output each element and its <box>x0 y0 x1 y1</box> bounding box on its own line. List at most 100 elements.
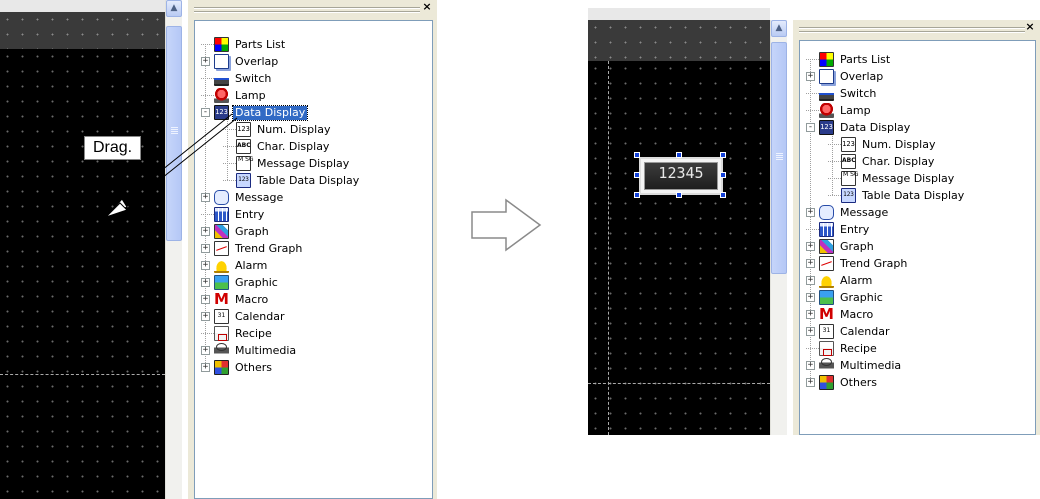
canvas-vertical-scrollbar[interactable]: ▲ <box>770 20 787 435</box>
screen-boundary-line-vertical <box>608 61 609 435</box>
graph-icon <box>819 239 834 254</box>
tree-branch-spacer <box>828 144 841 145</box>
overlap-icon <box>819 69 834 84</box>
tree-item-entry[interactable]: Entry <box>806 221 871 238</box>
alarm-icon <box>819 273 834 288</box>
parts-list-icon <box>819 52 834 67</box>
tree-item-message[interactable]: + Message <box>806 204 890 221</box>
tree-item-label: Multimedia <box>840 358 902 372</box>
tree-item-parts-list[interactable]: Parts List <box>806 51 892 68</box>
tree-item-label: Char. Display <box>862 154 935 168</box>
expand-icon[interactable]: + <box>806 276 815 285</box>
resize-handle[interactable] <box>720 172 726 178</box>
expand-icon[interactable]: + <box>806 242 815 251</box>
resize-handle[interactable] <box>720 192 726 198</box>
tree-item-trend-graph[interactable]: + Trend Graph <box>806 255 909 272</box>
tree-item-calendar[interactable]: +31 Calendar <box>806 323 891 340</box>
message-display-icon: M SG <box>841 171 859 186</box>
resize-handle[interactable] <box>676 192 682 198</box>
entry-icon <box>819 222 834 237</box>
graphic-icon <box>819 290 834 305</box>
calendar-icon: 31 <box>819 324 834 339</box>
expand-icon[interactable]: + <box>806 208 815 217</box>
others-icon <box>819 375 834 390</box>
tree-item-table-data-display[interactable]: 123 Table Data Display <box>828 187 966 204</box>
lamp-icon <box>819 103 834 118</box>
tree-item-macro[interactable]: + M Macro <box>806 306 875 323</box>
tree-item-message-display[interactable]: M SG Message Display <box>828 170 956 187</box>
tree-item-recipe[interactable]: Recipe <box>806 340 879 357</box>
multimedia-icon <box>819 358 834 373</box>
tree-item-char-display[interactable]: ABC Char. Display <box>828 153 936 170</box>
resize-handle[interactable] <box>634 152 640 158</box>
screen-boundary-line <box>588 383 770 384</box>
expand-icon[interactable]: + <box>806 259 815 268</box>
expand-icon[interactable]: + <box>806 72 815 81</box>
resize-handle[interactable] <box>634 192 640 198</box>
message-icon <box>819 205 834 220</box>
scroll-thumb[interactable] <box>771 42 787 274</box>
tree-item-label: Lamp <box>840 103 871 117</box>
tree-item-data-display[interactable]: -123 Data Display <box>806 119 912 136</box>
screen-canvas[interactable] <box>588 61 770 435</box>
tree-item-label: Message Display <box>862 171 955 185</box>
num-display-value: 12345 <box>644 162 718 190</box>
tree-branch-spacer <box>806 348 819 349</box>
tree-item-label: Num. Display <box>862 137 936 151</box>
tree-item-label: Parts List <box>840 52 891 66</box>
macro-icon: M <box>819 305 834 323</box>
tree-item-num-display[interactable]: 123 Num. Display <box>828 136 937 153</box>
expand-icon[interactable]: + <box>806 378 815 387</box>
tree-item-label: Overlap <box>840 69 884 83</box>
data-display-icon: 123 <box>819 120 834 135</box>
screen-canvas-header <box>588 8 770 61</box>
tree-item-label: Macro <box>840 307 874 321</box>
tree-branch-spacer <box>806 229 819 230</box>
expand-icon[interactable]: + <box>806 327 815 336</box>
resize-handle[interactable] <box>720 152 726 158</box>
tree-branch-spacer <box>828 161 841 162</box>
switch-icon <box>819 86 834 101</box>
tree-item-label: Recipe <box>840 341 877 355</box>
num-display-icon: 123 <box>841 137 856 152</box>
tree-item-multimedia[interactable]: + Multimedia <box>806 357 903 374</box>
tree-branch-spacer <box>806 59 819 60</box>
tree-item-label: Message <box>840 205 889 219</box>
tree-item-label: Graphic <box>840 290 883 304</box>
tree-item-others[interactable]: + Others <box>806 374 879 391</box>
tree-item-label: Alarm <box>840 273 873 287</box>
tree-item-label: Entry <box>840 222 870 236</box>
collapse-icon[interactable]: - <box>806 123 815 132</box>
tree-item-label: Trend Graph <box>840 256 908 270</box>
tree-item-label: Graph <box>840 239 874 253</box>
trend-graph-icon <box>819 256 834 271</box>
expand-icon[interactable]: + <box>806 310 815 319</box>
tree-item-lamp[interactable]: Lamp <box>806 102 873 119</box>
tree-item-switch[interactable]: Switch <box>806 85 878 102</box>
drag-arrow <box>105 113 238 218</box>
tree-branch-spacer <box>806 110 819 111</box>
expand-icon[interactable]: + <box>806 361 815 370</box>
tree-item-graphic[interactable]: + Graphic <box>806 289 885 306</box>
scroll-up-button[interactable]: ▲ <box>771 20 787 37</box>
placed-num-display[interactable]: 12345 <box>639 157 723 195</box>
tree-item-label: Others <box>840 375 877 389</box>
parts-tree-window: × Parts List + Overlap Switch Lamp -123 Data D… <box>793 20 1040 435</box>
tree-item-label: Data Display <box>840 120 911 134</box>
tree-item-overlap[interactable]: + Overlap <box>806 68 885 85</box>
tree-branch-spacer <box>828 195 841 196</box>
tree-item-label: Calendar <box>840 324 890 338</box>
transition-arrow-icon <box>471 198 542 252</box>
tree-item-alarm[interactable]: + Alarm <box>806 272 874 289</box>
resize-handle[interactable] <box>634 172 640 178</box>
close-icon[interactable]: × <box>1024 21 1036 33</box>
resize-handle[interactable] <box>676 152 682 158</box>
char-display-icon: ABC <box>841 154 856 169</box>
tree-item-label: Switch <box>840 86 877 100</box>
expand-icon[interactable]: + <box>806 293 815 302</box>
tree-branch-spacer <box>806 93 819 94</box>
after-panel: 12345 ▲ × Parts List + Overlap Switch Lamp -1… <box>588 0 1040 499</box>
tree-item-graph[interactable]: + Graph <box>806 238 876 255</box>
parts-tree-titlebar[interactable]: × <box>793 20 1040 38</box>
parts-tree: Parts List + Overlap Switch Lamp -123 Data Dis… <box>799 40 1036 435</box>
